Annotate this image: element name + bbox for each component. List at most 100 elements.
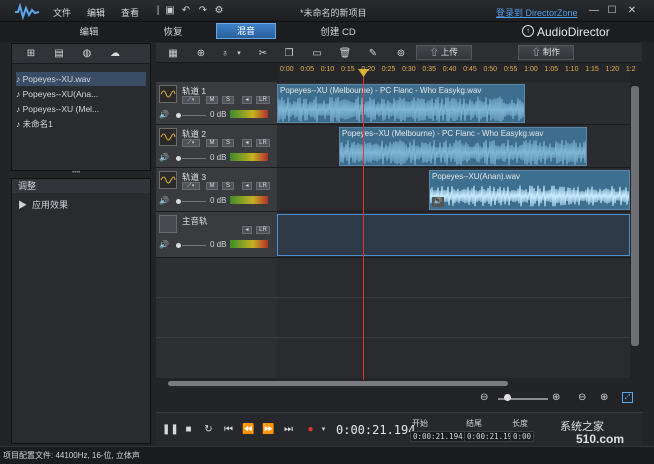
- copy-icon[interactable]: ❐: [282, 47, 296, 60]
- menu-view[interactable]: 查看: [121, 6, 139, 19]
- tab-edit[interactable]: 编辑: [74, 26, 104, 40]
- volume-slider[interactable]: [182, 245, 206, 246]
- lr-button[interactable]: LR: [256, 139, 270, 147]
- track-header[interactable]: 轨道 2 ⟋▾ M S ◂ LR 🔊 0 dB: [156, 125, 277, 168]
- import-folder-icon[interactable]: ⊞: [24, 48, 38, 60]
- menu-file[interactable]: 文件: [53, 6, 71, 19]
- login-link[interactable]: 登录到 DirectorZone: [496, 6, 578, 19]
- track-header[interactable]: 轨道 3 ⟋▾ M S ◂ LR 🔊 0 dB: [156, 168, 277, 212]
- volume-icon[interactable]: 🔊: [159, 110, 169, 119]
- record-icon[interactable]: ●: [304, 423, 317, 436]
- library-item[interactable]: ♪ Popeyes--XU(Ana...: [16, 87, 146, 101]
- volume-slider[interactable]: [182, 115, 206, 116]
- maximize-icon[interactable]: ☐: [606, 5, 618, 17]
- monitor-icon[interactable]: ◂: [242, 226, 252, 234]
- library-toolbar: ⊞ ▤ ◍ ☁: [12, 44, 150, 64]
- monitor-icon[interactable]: ◂: [242, 96, 252, 104]
- record-options-icon[interactable]: ▾: [317, 423, 330, 436]
- produce-button[interactable]: ⇧ 制作: [518, 45, 574, 60]
- zoom-out-vertical-icon[interactable]: ⊖: [480, 392, 488, 403]
- track-lane[interactable]: Popeyes--XU (Melbourne) - PC Flanc - Who…: [277, 125, 630, 168]
- pause-icon[interactable]: ❚❚: [162, 423, 179, 436]
- close-icon[interactable]: ✕: [626, 5, 638, 17]
- vertical-scrollbar[interactable]: [630, 82, 640, 379]
- tab-mix[interactable]: 混音: [216, 23, 276, 39]
- next-icon[interactable]: ⏭: [282, 423, 295, 436]
- rewind-icon[interactable]: ⏪: [242, 423, 255, 436]
- volume-knob[interactable]: [176, 243, 181, 248]
- add-track-icon[interactable]: ⊕: [194, 47, 208, 60]
- start-value[interactable]: 0:00:21.194: [410, 431, 466, 442]
- previous-icon[interactable]: ⏮: [222, 423, 235, 436]
- splitter-handle[interactable]: ••••: [72, 170, 86, 176]
- cut-icon[interactable]: ✂: [256, 47, 270, 60]
- monitor-icon[interactable]: ◂: [242, 139, 252, 147]
- monitor-icon[interactable]: ◂: [242, 182, 252, 190]
- vertical-scroll-thumb[interactable]: [631, 86, 639, 346]
- chevron-down-icon[interactable]: ▾: [232, 47, 246, 60]
- cd-icon[interactable]: ⊚: [394, 47, 408, 60]
- master-region[interactable]: [277, 214, 630, 256]
- audio-clip[interactable]: Popeyes--XU (Melbourne) - PC Flanc - Who…: [277, 84, 525, 123]
- import-file-icon[interactable]: ▤: [52, 48, 66, 60]
- track-lane[interactable]: [277, 212, 630, 258]
- paste-icon[interactable]: ▭: [310, 47, 324, 60]
- volume-icon[interactable]: 🔊: [159, 240, 169, 249]
- properties-icon[interactable]: ▦: [166, 47, 180, 60]
- solo-button[interactable]: S: [222, 182, 234, 190]
- ruler-tick-label: 0:50: [483, 66, 498, 73]
- pen-icon[interactable]: ✎: [366, 47, 380, 60]
- globe-icon[interactable]: ◍: [80, 48, 94, 60]
- tab-restore[interactable]: 恢复: [158, 26, 188, 40]
- lr-button[interactable]: LR: [256, 226, 270, 234]
- track-lane[interactable]: Popeyes--XU(Anan).wav 🔊: [277, 168, 630, 212]
- record-mic-icon[interactable]: ♁: [218, 47, 232, 60]
- volume-knob[interactable]: [176, 199, 181, 204]
- clip-volume-icon[interactable]: 🔊: [432, 197, 444, 207]
- volume-icon[interactable]: 🔊: [159, 196, 169, 205]
- mute-button[interactable]: M: [206, 96, 218, 104]
- track-header[interactable]: 主音轨 ◂ LR 🔊 0 dB: [156, 212, 277, 258]
- delete-icon[interactable]: 🗑: [338, 47, 352, 60]
- undo-icon[interactable]: ↶: [180, 5, 192, 17]
- forward-icon[interactable]: ⏩: [262, 423, 275, 436]
- track-header[interactable]: 轨道 1 ⟋▾ M S ◂ LR 🔊 0 dB: [156, 82, 277, 125]
- volume-knob[interactable]: [176, 113, 181, 118]
- library-item[interactable]: ♪ Popeyes--XU.wav: [16, 72, 146, 86]
- solo-button[interactable]: S: [222, 96, 234, 104]
- volume-icon[interactable]: 🔊: [159, 153, 169, 162]
- volume-knob[interactable]: [176, 156, 181, 161]
- library-item[interactable]: ♪ 未命名1: [16, 117, 146, 131]
- envelope-icon[interactable]: ⟋▾: [182, 182, 200, 190]
- stop-icon[interactable]: ■: [182, 423, 195, 436]
- volume-slider[interactable]: [182, 158, 206, 159]
- gear-icon[interactable]: ⚙: [213, 5, 225, 17]
- mute-button[interactable]: M: [206, 139, 218, 147]
- audio-clip[interactable]: Popeyes--XU(Anan).wav 🔊: [429, 170, 630, 210]
- envelope-icon[interactable]: ⟋▾: [182, 139, 200, 147]
- upload-button[interactable]: ⇧ 上传: [416, 45, 472, 60]
- playhead[interactable]: [363, 70, 364, 380]
- audio-clip[interactable]: Popeyes--XU (Melbourne) - PC Flanc - Who…: [339, 127, 587, 166]
- horizontal-scroll-thumb[interactable]: [168, 381, 508, 386]
- waveform: [430, 185, 629, 207]
- minimize-icon[interactable]: —: [588, 5, 600, 17]
- tab-create-cd[interactable]: 创建 CD: [312, 26, 364, 40]
- apply-effects-item[interactable]: ▶ 应用效果: [18, 199, 68, 211]
- mute-button[interactable]: M: [206, 182, 218, 190]
- menu-edit[interactable]: 编辑: [87, 6, 105, 19]
- track-lane[interactable]: Popeyes--XU (Melbourne) - PC Flanc - Who…: [277, 82, 630, 125]
- timeline-ruler[interactable]: 0:00 0:05 0:10 0:15 0:20 0:25 0:30 0:35 0:40 0:45…: [278, 64, 636, 80]
- horizontal-scrollbar[interactable]: [156, 379, 630, 388]
- envelope-icon[interactable]: ⟋▾: [182, 96, 200, 104]
- volume-slider[interactable]: [182, 201, 206, 202]
- redo-icon[interactable]: ↷: [197, 5, 209, 17]
- lr-button[interactable]: LR: [256, 96, 270, 104]
- loop-icon[interactable]: ↻: [202, 423, 215, 436]
- cloud-icon[interactable]: ☁: [108, 48, 122, 60]
- library-item[interactable]: ♪ Popeyes--XU (Mel...: [16, 102, 146, 116]
- solo-button[interactable]: S: [222, 139, 234, 147]
- save-icon[interactable]: ▣: [164, 5, 176, 17]
- zoom-slider-thumb[interactable]: [504, 394, 511, 401]
- lr-button[interactable]: LR: [256, 182, 270, 190]
